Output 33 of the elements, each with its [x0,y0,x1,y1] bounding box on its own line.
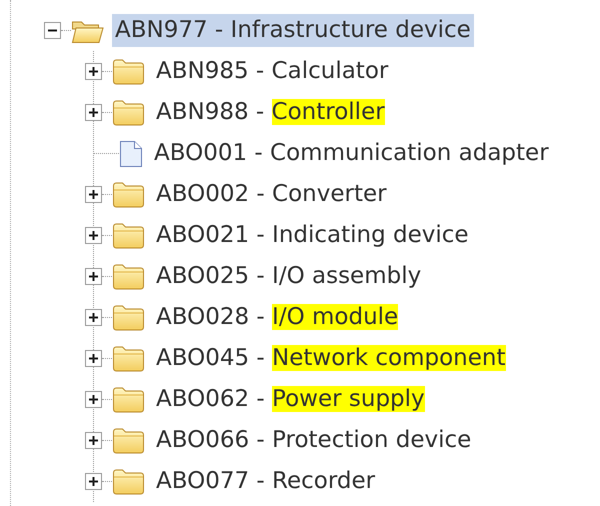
expand-button[interactable] [85,104,102,121]
expand-button[interactable] [85,227,102,244]
folder-icon [112,58,145,85]
expand-button[interactable] [85,309,102,326]
expand-button[interactable] [85,432,102,449]
tree-item-label[interactable]: ABO001 - Communication adapter [151,136,552,170]
document-icon [119,140,143,168]
expand-button[interactable] [85,350,102,367]
folder-icon [112,304,145,331]
tree-item-label[interactable]: ABN988 - Controller [153,96,388,130]
folder-icon [112,222,145,249]
folder-icon [112,263,145,290]
tree-item-label[interactable]: ABO021 - Indicating device [153,218,472,252]
folder-icon [112,181,145,208]
tree-item-label[interactable]: ABN977 - Infrastructure device [112,14,474,48]
tree-item-label[interactable]: ABO062 - Power supply [153,382,428,416]
tree-item-label[interactable]: ABO025 - I/O assembly [153,260,424,294]
expand-button[interactable] [85,186,102,203]
tree-item-label[interactable]: ABN985 - Calculator [153,54,392,88]
tree-item-label[interactable]: ABO002 - Converter [153,178,390,212]
expand-button[interactable] [85,391,102,408]
tree-item-label[interactable]: ABO028 - I/O module [153,300,402,334]
folder-icon [112,427,145,454]
collapse-button[interactable] [44,22,61,39]
tree-item-label[interactable]: ABO066 - Protection device [153,424,474,458]
folder-icon [112,99,145,126]
expand-button[interactable] [85,473,102,490]
expand-button[interactable] [85,268,102,285]
folder-icon [112,345,145,372]
folder-icon [112,468,145,495]
expand-button[interactable] [85,63,102,80]
tree-item-label[interactable]: ABO077 - Recorder [153,464,378,498]
folder-icon [112,386,145,413]
